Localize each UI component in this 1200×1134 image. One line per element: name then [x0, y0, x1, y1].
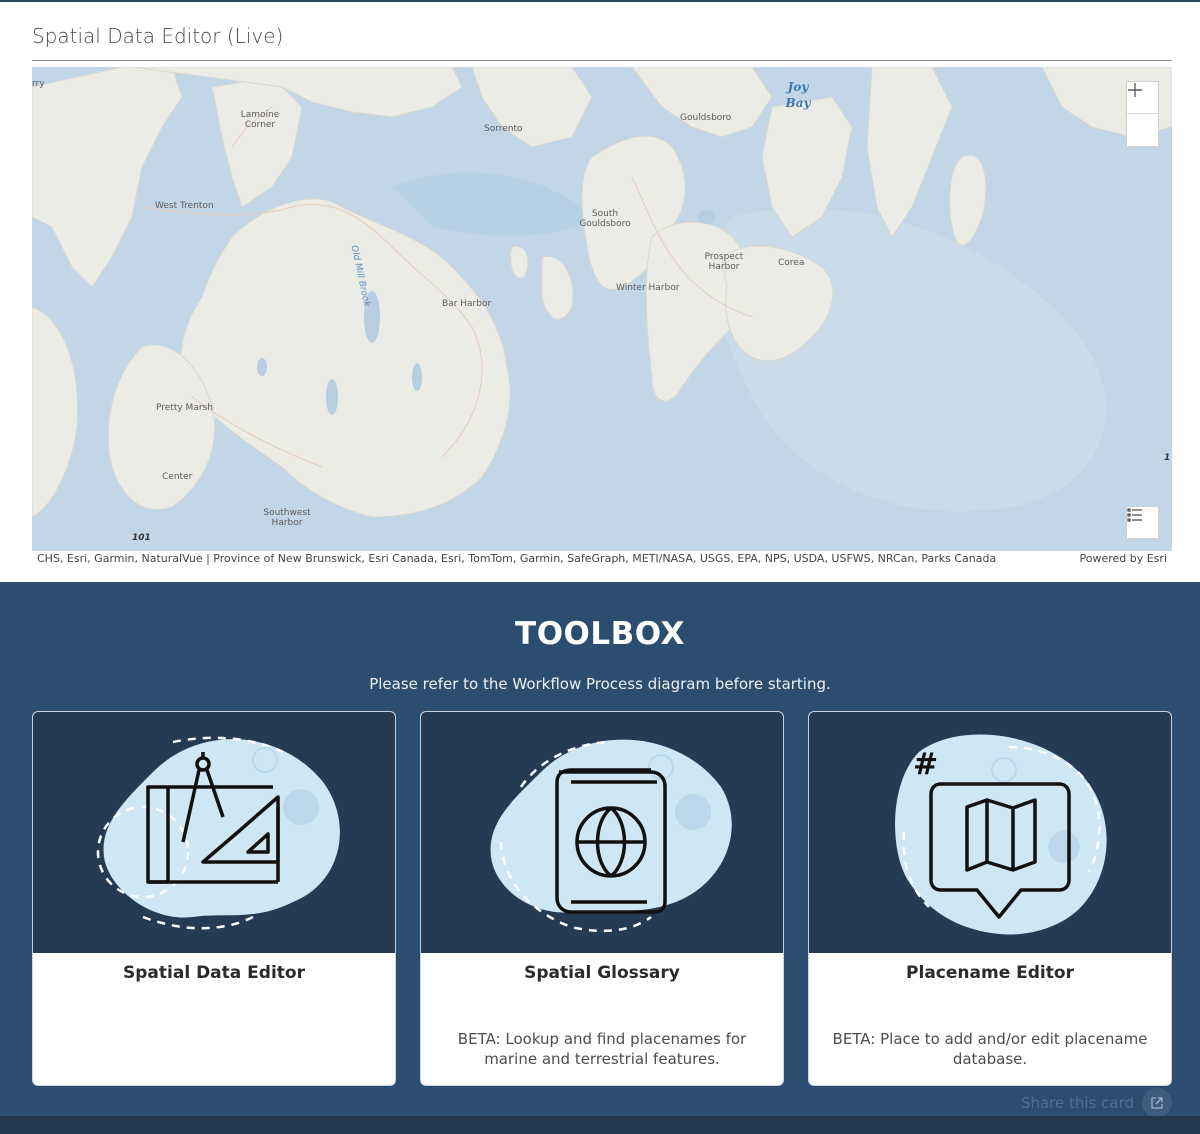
card-title: Spatial Data Editor	[123, 963, 305, 983]
toolbox-title: TOOLBOX	[515, 616, 685, 652]
map-view[interactable]: rry Lamoine Corner Sorrento Gouldsboro J…	[32, 67, 1172, 551]
svg-text:#: #	[913, 747, 938, 782]
map-label-west-trenton: West Trenton	[155, 201, 214, 211]
basemap	[32, 67, 1172, 551]
map-label-pretty-marsh: Pretty Marsh	[156, 403, 213, 413]
map-label-edge-right: 1	[1164, 453, 1171, 463]
share-label: Share this card	[1020, 1094, 1134, 1112]
share-button[interactable]	[1142, 1088, 1172, 1118]
card-image: #	[809, 712, 1171, 953]
map-label-gouldsboro: Gouldsboro	[680, 113, 732, 123]
toolbox-subtitle: Please refer to the Workflow Process dia…	[369, 675, 831, 693]
top-accent-line	[0, 0, 1200, 2]
footer-strip	[0, 1116, 1200, 1134]
card-placename-editor[interactable]: # Placename Editor BETA: Place to add an…	[808, 711, 1172, 1086]
card-spatial-data-editor[interactable]: Spatial Data Editor	[32, 711, 396, 1086]
map-title: Spatial Data Editor (Live)	[32, 24, 284, 48]
map-label-joy-bay: Joy Bay	[785, 80, 811, 110]
map-label-south-gouldsboro: South Gouldsboro	[579, 209, 631, 229]
title-divider	[32, 60, 1172, 61]
card-description: BETA: Lookup and find placenames for mar…	[457, 1030, 747, 1068]
map-attribution: CHS, Esri, Garmin, NaturalVue | Province…	[32, 551, 1172, 567]
drafting-tools-icon	[96, 736, 340, 930]
list-icon	[1127, 508, 1142, 522]
share-icon	[1151, 1097, 1163, 1109]
map-label-sorrento: Sorrento	[484, 124, 523, 134]
legend-button[interactable]	[1126, 506, 1159, 539]
card-image	[421, 712, 783, 953]
card-title: Spatial Glossary	[524, 963, 680, 983]
map-label-corea: Corea	[778, 258, 805, 268]
zoom-control	[1126, 81, 1159, 147]
map-label-center: Center	[162, 472, 193, 482]
attribution-text: CHS, Esri, Garmin, NaturalVue | Province…	[37, 552, 997, 565]
globe-book-icon	[490, 739, 732, 933]
map-label-edge-left: rry	[32, 79, 45, 89]
card-title: Placename Editor	[906, 963, 1074, 983]
map-bubble-icon: #	[895, 734, 1107, 935]
card-spatial-glossary[interactable]: Spatial Glossary BETA: Lookup and find p…	[420, 711, 784, 1086]
minus-icon	[1128, 89, 1142, 91]
share-card-control[interactable]: Share this card	[1021, 1088, 1172, 1118]
card-description: BETA: Place to add and/or edit placename…	[832, 1030, 1148, 1068]
toolbox-section: TOOLBOX Please refer to the Workflow Pro…	[0, 582, 1200, 1118]
powered-by-esri-link[interactable]: Powered by Esri	[1079, 552, 1167, 565]
card-image	[33, 712, 395, 953]
map-label-southwest-harbor: Southwest Harbor	[263, 508, 311, 528]
map-label-route-101: 101	[132, 533, 151, 543]
map-label-winter-harbor: Winter Harbor	[616, 283, 680, 293]
zoom-out-button[interactable]	[1127, 89, 1158, 145]
map-label-bar-harbor: Bar Harbor	[442, 299, 492, 309]
map-label-prospect-harbor: Prospect Harbor	[704, 252, 744, 272]
map-label-lamoine-corner: Lamoine Corner	[240, 110, 280, 130]
